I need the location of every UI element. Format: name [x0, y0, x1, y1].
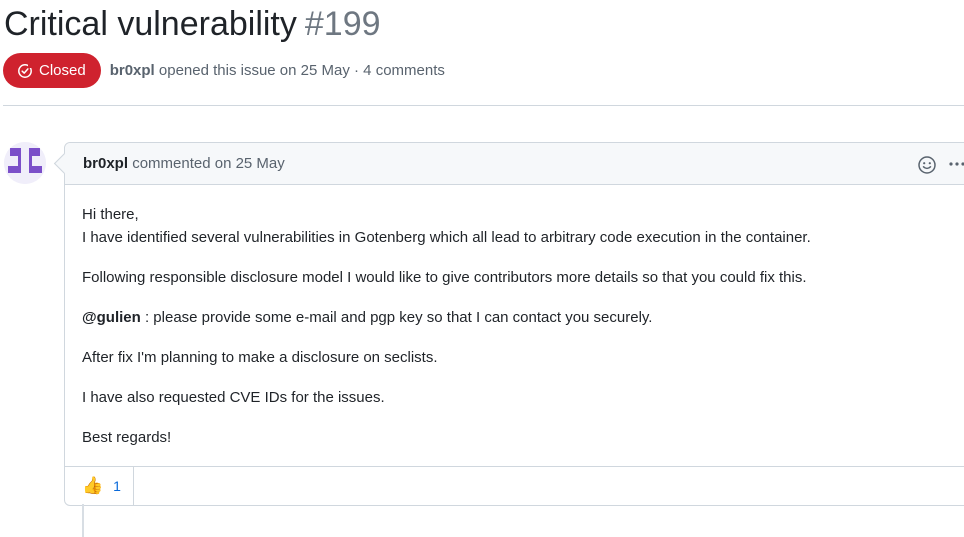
- comment-paragraph-request: @gulien : please provide some e-mail and…: [82, 306, 942, 329]
- header-divider: [3, 105, 964, 106]
- issue-number: #199: [304, 5, 381, 43]
- issue-page: Critical vulnerability #199 Closed br0xpl…: [0, 0, 964, 537]
- issue-title: Critical vulnerability: [4, 5, 297, 43]
- smiley-icon: [918, 156, 936, 174]
- comment-line-greeting: Hi there,: [82, 206, 139, 223]
- issue-closed-icon: [18, 63, 32, 78]
- avatar[interactable]: [4, 142, 46, 184]
- comment-timestamp[interactable]: commented on 25 May: [132, 155, 285, 172]
- add-reaction-button[interactable]: [917, 155, 937, 175]
- comment-paragraph-plan: After fix I'm planning to make a disclos…: [82, 349, 438, 366]
- comment-line-findings: I have identified several vulnerabilitie…: [82, 229, 811, 246]
- comment-body: Hi there, I have identified several vuln…: [82, 203, 942, 449]
- comment-options-button[interactable]: [947, 151, 964, 177]
- issue-title-row: Critical vulnerability #199: [4, 2, 381, 46]
- comment-meta: br0xpl commented on 25 May: [83, 143, 285, 185]
- identicon-avatar-icon: [4, 142, 46, 184]
- issue-author-link[interactable]: br0xpl: [110, 62, 155, 79]
- comment-box: br0xpl commented on 25 May Hi there, I h…: [64, 142, 964, 506]
- opened-info: opened this issue on 25 May · 4 comments: [158, 62, 445, 79]
- comment-paragraph-cve: I have also requested CVE IDs for the is…: [82, 389, 385, 406]
- thumbs-up-reaction-button[interactable]: 👍 1: [65, 467, 134, 505]
- comment-paragraph-signoff: Best regards!: [82, 429, 172, 446]
- user-mention-link[interactable]: @gulien: [82, 309, 141, 326]
- request-text: : please provide some e-mail and pgp key…: [140, 309, 653, 326]
- comment-author-link[interactable]: br0xpl: [83, 155, 128, 172]
- kebab-horizontal-icon: [949, 162, 964, 166]
- issue-meta: Closed br0xpl opened this issue on 25 Ma…: [3, 53, 445, 88]
- issue-meta-text: br0xpl opened this issue on 25 May · 4 c…: [110, 62, 445, 79]
- comment-paragraph-disclosure: Following responsible disclosure model I…: [82, 269, 807, 286]
- timeline-connector: [82, 504, 84, 537]
- reactions-bar: 👍 1: [65, 466, 964, 505]
- reaction-count: 1: [113, 478, 121, 494]
- thumbs-up-icon: 👍: [82, 476, 104, 495]
- comment-header: br0xpl commented on 25 May: [65, 143, 964, 185]
- status-label: Closed: [39, 62, 86, 79]
- status-badge: Closed: [3, 53, 101, 88]
